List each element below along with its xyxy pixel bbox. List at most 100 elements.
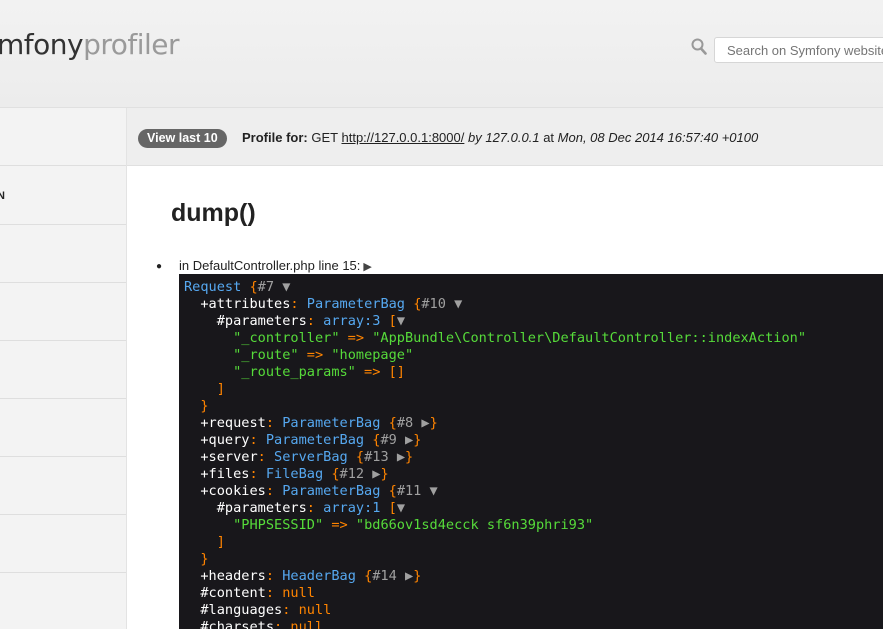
dump-toggle-icon[interactable]: ▶ (413, 415, 429, 431)
view-last-button[interactable]: View last 10 (138, 129, 227, 148)
dump-class-name: array:3 (323, 313, 389, 329)
dump-location-text: in DefaultController.php line 15: (179, 258, 361, 273)
dump-toggle-icon[interactable]: ▼ (397, 500, 405, 516)
dump-string: "bd66ov1sd4ecck sf6n39phri93" (355, 517, 594, 533)
dump-punct: : (265, 415, 283, 431)
at-text: at (543, 130, 555, 145)
dump-line: "_route" => "homepage" (184, 347, 883, 364)
dump-toggle-icon[interactable]: ▶ (389, 449, 405, 465)
dump-punct: : null (265, 585, 315, 601)
dump-punct: : (265, 568, 283, 584)
dump-toggle-icon[interactable]: ▼ (397, 313, 405, 329)
page-title: dump() (171, 199, 256, 227)
dump-key: #parameters (184, 313, 307, 329)
dump-line: ] (184, 534, 883, 551)
dump-punct: [ (388, 313, 397, 329)
dump-object-id: #14 (372, 568, 397, 584)
dump-class-name: ParameterBag (282, 415, 389, 431)
dump-object-id: #12 (339, 466, 365, 482)
dump-object-id: #7 (257, 279, 275, 295)
dump-punct: : (249, 432, 266, 448)
dump-punct: => [] (355, 364, 405, 380)
dump-toggle-icon[interactable]: ▼ (274, 279, 290, 295)
dump-line: "_route_params" => [] (184, 364, 883, 381)
dump-toggle-icon[interactable]: ▼ (446, 296, 462, 312)
dump-punct: { (249, 279, 258, 295)
dump-location: in DefaultController.php line 15: ▶ (179, 258, 372, 273)
dump-string: "_controller" (184, 330, 340, 346)
dump-line: ] (184, 381, 883, 398)
dump-class-name: ServerBag (274, 449, 356, 465)
search-icon[interactable] (691, 38, 707, 60)
dump-line: #parameters: array:1 [▼ (184, 500, 883, 517)
dump-line: +files: FileBag {#12 ▶} (184, 466, 883, 483)
dump-punct: ] (184, 381, 225, 397)
dump-punct: { (388, 483, 397, 499)
logo-text-profiler: profiler (83, 28, 180, 61)
dump-line: +query: ParameterBag {#9 ▶} (184, 432, 883, 449)
dump-object-id: #13 (364, 449, 389, 465)
dump-key: #parameters (184, 500, 307, 516)
logo-text-symfony: mfony (0, 28, 84, 61)
dump-punct: } (184, 398, 209, 414)
sidebar-item[interactable]: N (0, 166, 126, 225)
dump-string: "_route_params" (184, 364, 356, 380)
profile-for-label: Profile for: (242, 130, 308, 145)
dump-class-name: ParameterBag (306, 296, 414, 312)
dump-punct: } (413, 568, 422, 584)
dump-line: +headers: HeaderBag {#14 ▶} (184, 568, 883, 585)
dump-line: } (184, 551, 883, 568)
sidebar-item[interactable] (0, 108, 126, 166)
expand-triangle-icon[interactable]: ▶ (363, 261, 371, 273)
dump-key: +request (184, 415, 266, 431)
search-input[interactable] (714, 37, 883, 63)
dump-object-id: #9 (380, 432, 397, 448)
dump-class-name: Request (184, 279, 250, 295)
dump-toggle-icon[interactable]: ▶ (397, 432, 413, 448)
dump-key: +files (184, 466, 250, 482)
dump-toggle-icon[interactable]: ▶ (364, 466, 380, 482)
sidebar-item[interactable] (0, 457, 126, 515)
dump-key: +cookies (184, 483, 266, 499)
sidebar-item[interactable] (0, 225, 126, 283)
dump-object-id: #11 (396, 483, 422, 499)
sidebar-item[interactable] (0, 399, 126, 457)
dump-punct: : null (274, 619, 324, 629)
profile-info: Profile for: GET http://127.0.0.1:8000/ … (242, 130, 758, 145)
dump-key: +headers (184, 568, 266, 584)
dump-key: #charsets (184, 619, 275, 629)
request-url-link[interactable]: http://127.0.0.1:8000/ (341, 130, 464, 145)
header: mfonyprofiler (0, 0, 883, 108)
dump-string: "_route" (184, 347, 299, 363)
sidebar-item[interactable] (0, 283, 126, 341)
dump-punct: : (306, 500, 324, 516)
dump-punct: : (306, 313, 324, 329)
dump-key: #languages (184, 602, 283, 618)
dump-line: +attributes: ParameterBag {#10 ▼ (184, 296, 883, 313)
dump-punct: => (323, 517, 356, 533)
dump-line: "PHPSESSID" => "bd66ov1sd4ecck sf6n39phr… (184, 517, 883, 534)
dump-line: +server: ServerBag {#13 ▶} (184, 449, 883, 466)
dump-toggle-icon[interactable]: ▼ (421, 483, 438, 499)
sidebar-item[interactable] (0, 515, 126, 573)
dump-punct: } (380, 466, 389, 482)
dump-line: #charsets: null (184, 619, 883, 629)
dump-line: +request: ParameterBag {#8 ▶} (184, 415, 883, 432)
dump-key: #content (184, 585, 266, 601)
dump-punct: } (429, 415, 438, 431)
dump-line: } (184, 398, 883, 415)
list-bullet: ● (156, 261, 163, 272)
dump-punct: { (388, 415, 397, 431)
dump-class-name: ParameterBag (282, 483, 389, 499)
dump-line: +cookies: ParameterBag {#11 ▼ (184, 483, 883, 500)
dump-punct: ] (184, 534, 225, 550)
dump-string: "PHPSESSID" (184, 517, 324, 533)
profile-bar: View last 10 Profile for: GET http://127… (127, 108, 883, 166)
dump-punct: { (355, 449, 365, 465)
dump-output: Request {#7 ▼ +attributes: ParameterBag … (179, 274, 883, 629)
sidebar-item[interactable] (0, 341, 126, 399)
dump-punct: } (413, 432, 422, 448)
dump-punct: : null (282, 602, 332, 618)
dump-toggle-icon[interactable]: ▶ (397, 568, 413, 584)
symfony-profiler-logo[interactable]: mfonyprofiler (0, 28, 180, 61)
